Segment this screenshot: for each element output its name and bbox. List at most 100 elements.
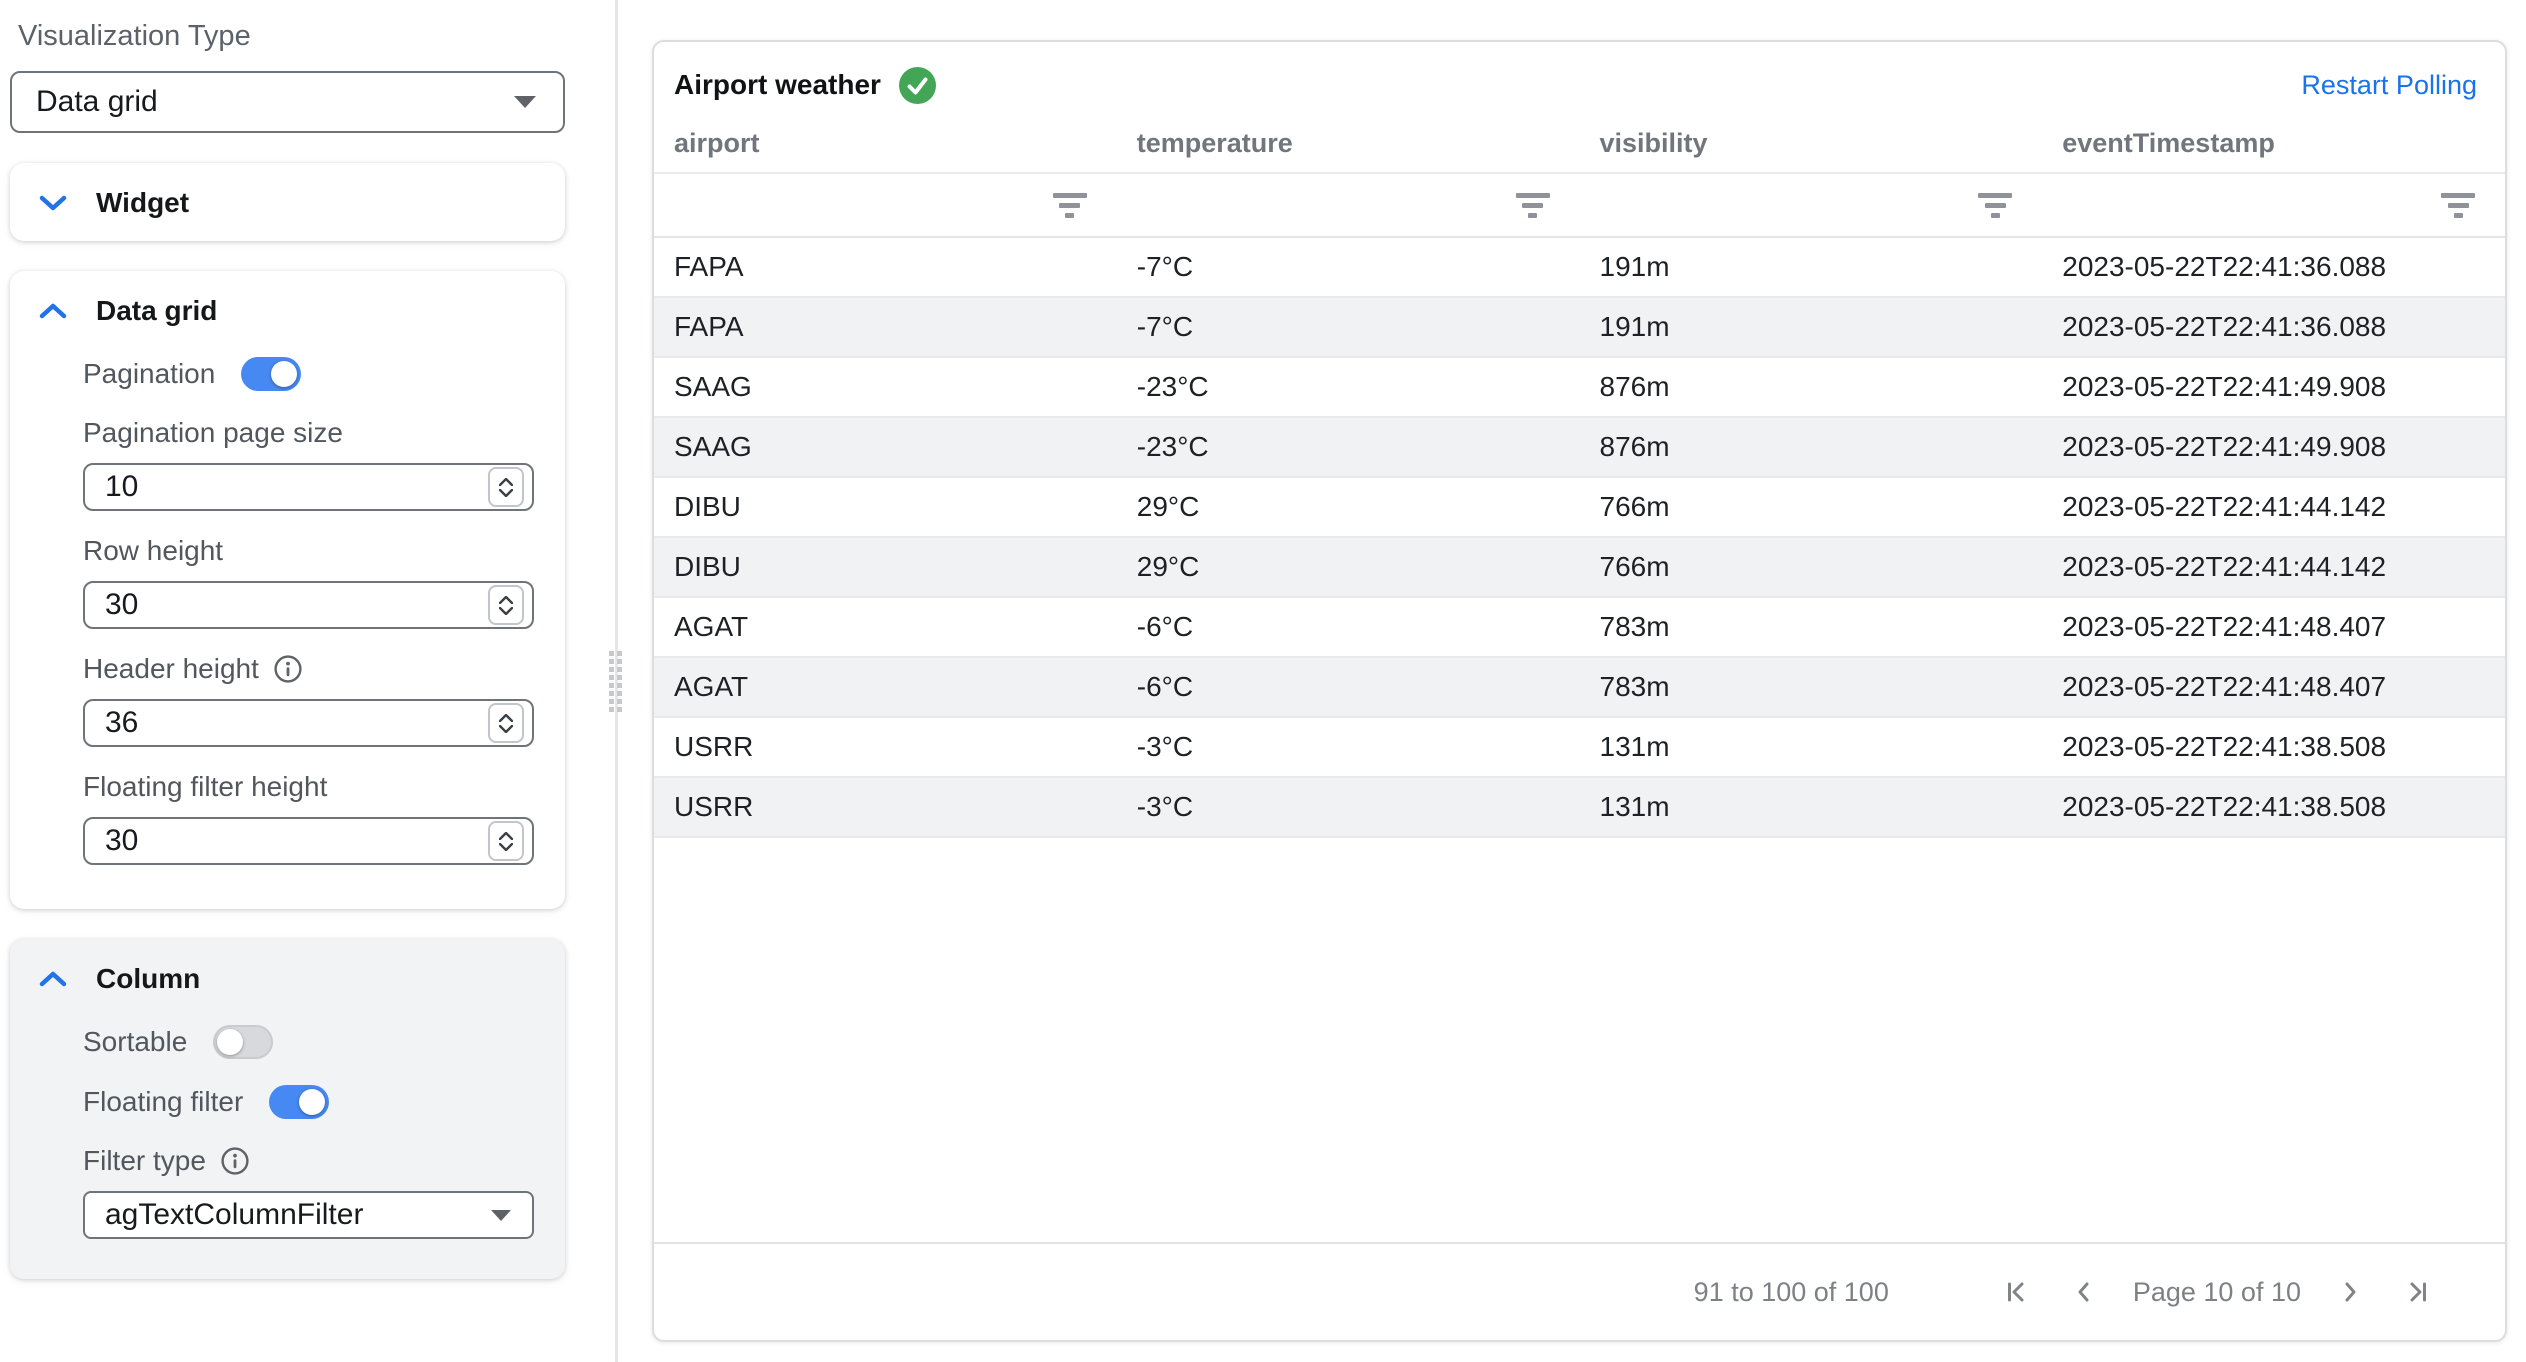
table-row[interactable]: FAPA -7°C 191m 2023-05-22T22:41:36.088 xyxy=(654,298,2505,358)
splitter-drag-handle-icon[interactable] xyxy=(609,651,622,712)
number-stepper[interactable] xyxy=(488,467,524,507)
cell-temperature: -23°C xyxy=(1117,371,1580,403)
table-row[interactable]: AGAT -6°C 783m 2023-05-22T22:41:48.407 xyxy=(654,658,2505,718)
filter-icon xyxy=(1053,193,1087,218)
data-grid-widget: Airport weather Restart Polling airport … xyxy=(652,40,2507,1342)
table-row[interactable]: DIBU 29°C 766m 2023-05-22T22:41:44.142 xyxy=(654,478,2505,538)
visualization-type-value: Data grid xyxy=(36,85,158,119)
floating-filter-height-field: Floating filter height xyxy=(83,771,541,865)
header-height-input[interactable] xyxy=(83,699,534,747)
pagination-page-size-label: Pagination page size xyxy=(83,417,343,449)
floating-filter-label: Floating filter xyxy=(83,1086,243,1118)
table-row[interactable]: DIBU 29°C 766m 2023-05-22T22:41:44.142 xyxy=(654,538,2505,598)
row-height-field: Row height xyxy=(83,535,541,629)
table-row[interactable]: USRR -3°C 131m 2023-05-22T22:41:38.508 xyxy=(654,718,2505,778)
visualization-type-label: Visualization Type xyxy=(18,20,565,53)
column-panel-title: Column xyxy=(96,963,200,995)
cell-visibility: 191m xyxy=(1580,251,2043,283)
filter-button-airport[interactable] xyxy=(654,193,1117,218)
number-stepper[interactable] xyxy=(488,821,524,861)
data-grid-panel-title: Data grid xyxy=(96,295,217,327)
next-page-button[interactable] xyxy=(2327,1269,2373,1315)
cell-airport: USRR xyxy=(654,791,1117,823)
cell-airport: DIBU xyxy=(654,491,1117,523)
cell-temperature: -23°C xyxy=(1117,431,1580,463)
floating-filter-height-input[interactable] xyxy=(83,817,534,865)
data-grid-panel: Data grid Pagination Pagination page siz… xyxy=(10,271,565,909)
row-range-text: 91 to 100 of 100 xyxy=(1694,1277,1889,1308)
cell-eventTimestamp: 2023-05-22T22:41:38.508 xyxy=(2042,791,2505,823)
column-panel: Column Sortable Floating filter Filter t… xyxy=(10,939,565,1279)
restart-polling-link[interactable]: Restart Polling xyxy=(2301,70,2477,101)
cell-visibility: 766m xyxy=(1580,491,2043,523)
cell-airport: FAPA xyxy=(654,251,1117,283)
column-panel-header[interactable]: Column xyxy=(10,939,565,1017)
last-page-button[interactable] xyxy=(2395,1269,2441,1315)
cell-visibility: 131m xyxy=(1580,791,2043,823)
column-header-eventTimestamp[interactable]: eventTimestamp xyxy=(2042,128,2505,159)
table-row[interactable]: FAPA -7°C 191m 2023-05-22T22:41:36.088 xyxy=(654,238,2505,298)
cell-visibility: 766m xyxy=(1580,551,2043,583)
toggle-knob xyxy=(217,1029,243,1055)
pagination-page-size-input[interactable] xyxy=(83,463,534,511)
sortable-label: Sortable xyxy=(83,1026,187,1058)
info-icon[interactable] xyxy=(220,1146,250,1176)
widget-title: Airport weather xyxy=(674,69,881,101)
cell-eventTimestamp: 2023-05-22T22:41:36.088 xyxy=(2042,311,2505,343)
widget-panel-header[interactable]: Widget xyxy=(10,163,565,241)
config-sidebar: Visualization Type Data grid Widget Da xyxy=(10,12,565,1279)
page-indicator-text: Page 10 of 10 xyxy=(2133,1277,2301,1308)
status-ok-icon xyxy=(899,67,936,104)
floating-filter-toggle[interactable] xyxy=(269,1085,329,1119)
filter-button-temperature[interactable] xyxy=(1117,193,1580,218)
cell-visibility: 783m xyxy=(1580,671,2043,703)
filter-type-label: Filter type xyxy=(83,1145,206,1177)
pagination-footer: 91 to 100 of 100 Page 10 of 10 xyxy=(654,1242,2505,1340)
chevron-down-icon xyxy=(38,194,68,212)
row-height-label: Row height xyxy=(83,535,223,567)
filter-button-visibility[interactable] xyxy=(1580,193,2043,218)
cell-temperature: -7°C xyxy=(1117,311,1580,343)
sortable-toggle[interactable] xyxy=(213,1025,273,1059)
first-page-button[interactable] xyxy=(1993,1269,2039,1315)
column-header-airport[interactable]: airport xyxy=(654,128,1117,159)
filter-icon xyxy=(1516,193,1550,218)
widget-titlebar: Airport weather Restart Polling xyxy=(654,42,2505,114)
filter-type-value: agTextColumnFilter xyxy=(105,1198,363,1232)
table-row[interactable]: SAAG -23°C 876m 2023-05-22T22:41:49.908 xyxy=(654,358,2505,418)
data-grid-panel-header[interactable]: Data grid xyxy=(10,271,565,349)
cell-airport: AGAT xyxy=(654,611,1117,643)
filter-icon xyxy=(1978,193,2012,218)
column-header-visibility[interactable]: visibility xyxy=(1580,128,2043,159)
cell-eventTimestamp: 2023-05-22T22:41:44.142 xyxy=(2042,551,2505,583)
number-stepper[interactable] xyxy=(488,703,524,743)
cell-visibility: 876m xyxy=(1580,371,2043,403)
filter-type-select[interactable]: agTextColumnFilter xyxy=(83,1191,534,1239)
cell-airport: USRR xyxy=(654,731,1117,763)
panel-splitter[interactable] xyxy=(615,0,618,1362)
toggle-knob xyxy=(271,361,297,387)
cell-eventTimestamp: 2023-05-22T22:41:48.407 xyxy=(2042,611,2505,643)
info-icon[interactable] xyxy=(273,654,303,684)
cell-eventTimestamp: 2023-05-22T22:41:36.088 xyxy=(2042,251,2505,283)
cell-temperature: -7°C xyxy=(1117,251,1580,283)
table-row[interactable]: AGAT -6°C 783m 2023-05-22T22:41:48.407 xyxy=(654,598,2505,658)
table-row[interactable]: SAAG -23°C 876m 2023-05-22T22:41:49.908 xyxy=(654,418,2505,478)
grid-body: FAPA -7°C 191m 2023-05-22T22:41:36.088 F… xyxy=(654,238,2505,838)
column-header-temperature[interactable]: temperature xyxy=(1117,128,1580,159)
cell-airport: AGAT xyxy=(654,671,1117,703)
cell-eventTimestamp: 2023-05-22T22:41:38.508 xyxy=(2042,731,2505,763)
table-row[interactable]: USRR -3°C 131m 2023-05-22T22:41:38.508 xyxy=(654,778,2505,838)
caret-down-icon xyxy=(490,1209,512,1222)
pagination-label: Pagination xyxy=(83,358,215,390)
previous-page-button[interactable] xyxy=(2061,1269,2107,1315)
filter-button-eventTimestamp[interactable] xyxy=(2042,193,2505,218)
row-height-input[interactable] xyxy=(83,581,534,629)
widget-panel-title: Widget xyxy=(96,187,189,219)
cell-airport: SAAG xyxy=(654,431,1117,463)
pagination-toggle[interactable] xyxy=(241,357,301,391)
visualization-type-select[interactable]: Data grid xyxy=(10,71,565,133)
grid-header-row: airport temperature visibility eventTime… xyxy=(654,114,2505,172)
cell-visibility: 783m xyxy=(1580,611,2043,643)
number-stepper[interactable] xyxy=(488,585,524,625)
